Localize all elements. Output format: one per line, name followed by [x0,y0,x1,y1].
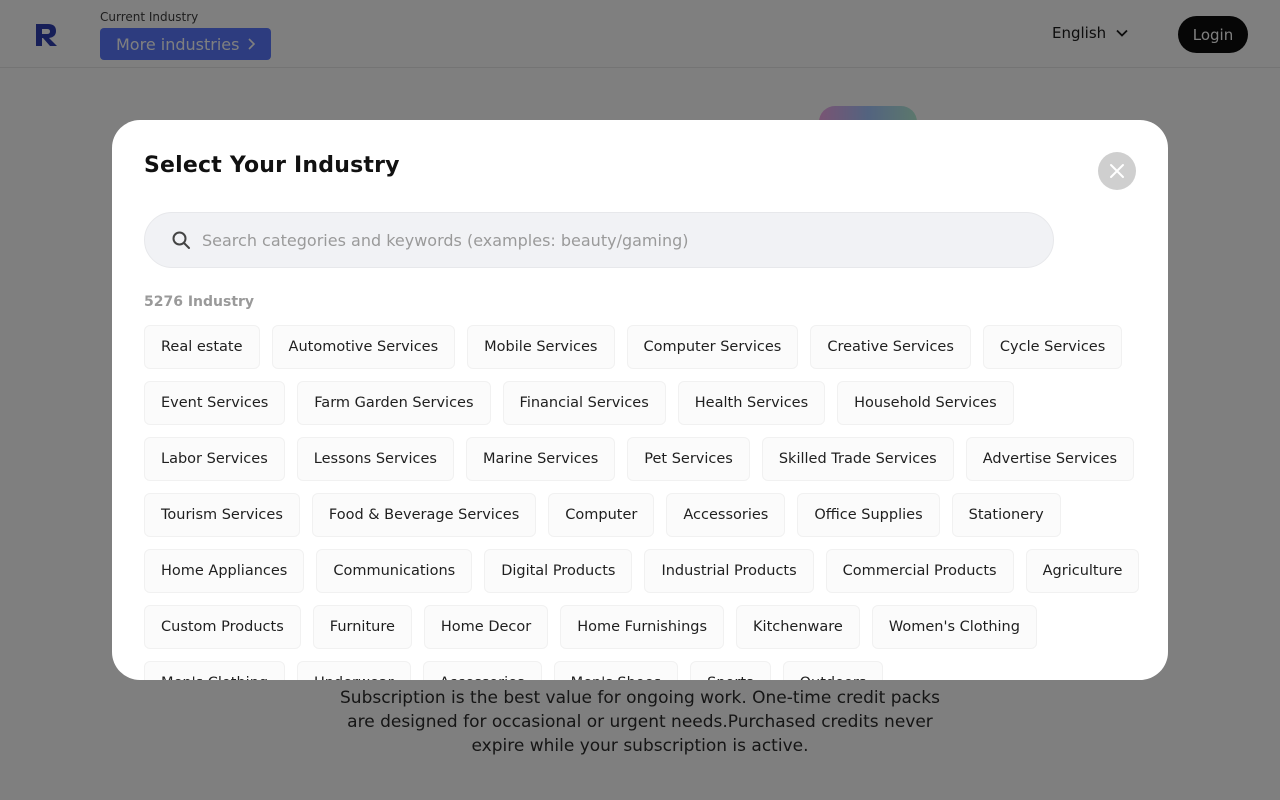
industry-tag[interactable]: Health Services [677,381,826,425]
industry-tag[interactable]: Commercial Products [825,549,1014,593]
industry-tag[interactable]: Underwear [297,661,411,680]
industry-tag[interactable]: Custom Products [144,605,301,649]
industry-tag[interactable]: Office Supplies [797,493,940,537]
industry-tag[interactable]: Kitchenware [736,605,860,649]
industry-tag[interactable]: Advertise Services [965,437,1134,481]
industry-tag[interactable]: Event Services [144,381,286,425]
select-industry-modal: Select Your Industry 5276 Industry Real … [112,120,1168,680]
industry-tag[interactable]: Computer [548,493,655,537]
industry-tag[interactable]: Financial Services [502,381,666,425]
industry-count: 5276 Industry [144,294,255,310]
search-icon [172,231,190,249]
industry-tag[interactable]: Lessons Services [296,437,454,481]
industry-tag[interactable]: Pet Services [627,437,750,481]
industry-tag[interactable]: Cycle Services [982,325,1123,369]
industry-tag[interactable]: Women's Clothing [871,605,1037,649]
industry-tag[interactable]: Stationery [951,493,1061,537]
industry-tag[interactable]: Sports [690,661,771,680]
modal-title: Select Your Industry [144,153,400,178]
industry-tag[interactable]: Men's Clothing [144,661,286,680]
industry-tag[interactable]: Mobile Services [467,325,615,369]
search-input[interactable] [202,230,1022,250]
industry-tag[interactable]: Digital Products [484,549,633,593]
industry-tag[interactable]: Agriculture [1025,549,1140,593]
industry-tag[interactable]: Food & Beverage Services [311,493,537,537]
industry-tag[interactable]: Skilled Trade Services [761,437,954,481]
close-button[interactable] [1098,152,1136,190]
industry-tag[interactable]: Home Furnishings [560,605,725,649]
industry-tag[interactable]: Labor Services [144,437,285,481]
industry-tag[interactable]: Industrial Products [644,549,814,593]
close-icon [1110,164,1124,178]
search-box[interactable] [144,212,1054,268]
industry-tag[interactable]: Household Services [837,381,1014,425]
industry-tag[interactable]: Furniture [312,605,412,649]
industry-tag[interactable]: Outdoors [782,661,884,680]
industry-tag[interactable]: Real estate [144,325,260,369]
industry-tag[interactable]: Communications [316,549,473,593]
industry-tag[interactable]: Automotive Services [271,325,456,369]
industry-tag[interactable]: Marine Services [466,437,616,481]
industry-tag[interactable]: Men's Shoes [553,661,679,680]
industry-tag[interactable]: Home Appliances [144,549,305,593]
industry-tag[interactable]: Accessories [422,661,542,680]
industry-tag[interactable]: Creative Services [810,325,971,369]
industry-tag[interactable]: Home Decor [423,605,549,649]
industry-tag[interactable]: Tourism Services [144,493,300,537]
industry-tag[interactable]: Accessories [666,493,786,537]
industry-tag[interactable]: Farm Garden Services [297,381,491,425]
industry-tag[interactable]: Computer Services [626,325,799,369]
industry-tag-list: Real estate Automotive Services Mobile Ser… [144,325,1144,680]
